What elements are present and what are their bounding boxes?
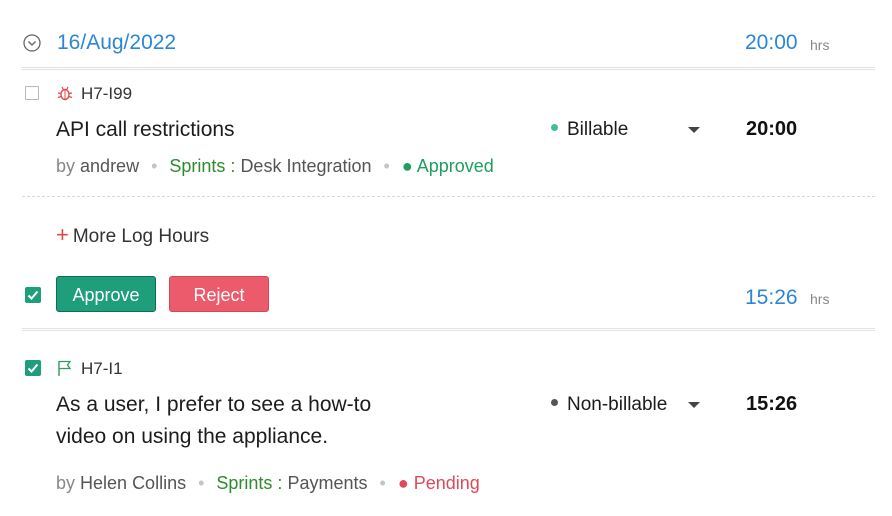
- status-badge: ● Pending: [397, 473, 480, 493]
- day-total-time: 20:00: [745, 31, 798, 54]
- entry-title-line-2[interactable]: video on using the appliance.: [56, 421, 328, 452]
- sprints-label: Sprints :: [169, 156, 236, 176]
- sprints-label: Sprints :: [216, 473, 283, 493]
- by-label: by: [56, 473, 76, 493]
- entry-time: 15:26: [746, 393, 798, 415]
- entry-meta: by andrew • Sprints : Desk Integration • ● A…: [56, 156, 494, 177]
- entry-title[interactable]: API call restrictions: [56, 114, 235, 145]
- entry-checkbox[interactable]: [25, 360, 41, 376]
- issue-id[interactable]: H7-I99: [81, 84, 132, 104]
- dashed-divider: [22, 196, 875, 197]
- separator-dot: •: [198, 473, 205, 493]
- status-badge: ● Approved: [401, 156, 494, 176]
- billing-label: Billable: [567, 119, 629, 140]
- separator-dot: •: [383, 156, 390, 176]
- status-label: Approved: [416, 156, 494, 176]
- divider: [22, 328, 875, 331]
- approve-button[interactable]: Approve: [56, 276, 156, 312]
- more-log-hours-link[interactable]: + More Log Hours: [56, 222, 209, 248]
- by-label: by: [56, 156, 76, 176]
- selected-total-hrs-label: hrs: [810, 291, 830, 307]
- check-icon: [27, 290, 39, 300]
- date-heading: 16/Aug/2022: [57, 31, 177, 54]
- plus-icon: +: [56, 222, 69, 247]
- more-log-hours-label: More Log Hours: [72, 226, 210, 247]
- reject-button[interactable]: Reject: [169, 276, 269, 312]
- entry-checkbox[interactable]: [25, 86, 39, 100]
- check-icon: [27, 363, 39, 373]
- billing-select[interactable]: Billable: [551, 119, 628, 141]
- sprint-name: Payments: [287, 473, 368, 493]
- day-total-hrs-label: hrs: [810, 37, 830, 53]
- caret-down-icon[interactable]: [688, 402, 700, 408]
- issue-id[interactable]: H7-I1: [81, 359, 123, 379]
- entry-time: 20:00: [746, 118, 798, 140]
- bug-icon: [57, 86, 73, 101]
- billing-status-dot: [551, 399, 558, 407]
- billing-label: Non-billable: [567, 394, 668, 415]
- billing-status-dot: [551, 124, 558, 132]
- chevron-down-icon[interactable]: [23, 34, 41, 52]
- select-all-checkbox[interactable]: [25, 287, 41, 303]
- entry-meta: by Helen Collins • Sprints : Payments • ● Pe…: [56, 473, 480, 494]
- selected-total-time: 15:26: [745, 286, 798, 309]
- separator-dot: •: [151, 156, 158, 176]
- sprint-name: Desk Integration: [240, 156, 372, 176]
- user-name: andrew: [80, 156, 140, 176]
- separator-dot: •: [379, 473, 386, 493]
- caret-down-icon[interactable]: [688, 127, 700, 133]
- billing-select[interactable]: Non-billable: [551, 394, 667, 416]
- flag-icon: [58, 360, 72, 376]
- status-label: Pending: [413, 473, 480, 493]
- user-name: Helen Collins: [80, 473, 187, 493]
- entry-title-line-1[interactable]: As a user, I prefer to see a how-to: [56, 389, 371, 420]
- divider: [22, 67, 875, 70]
